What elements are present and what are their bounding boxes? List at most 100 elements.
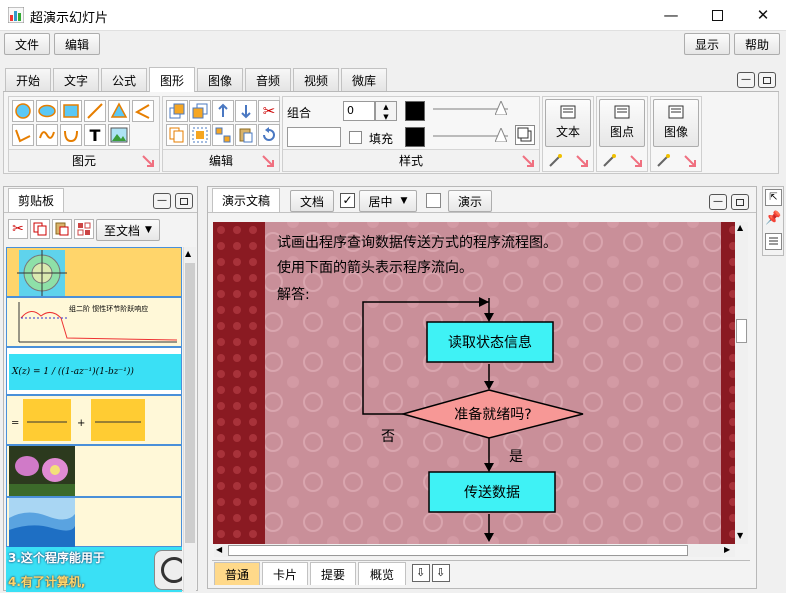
- cut-tool[interactable]: ✂: [258, 100, 280, 122]
- side-pin-button[interactable]: 📌: [765, 211, 782, 228]
- bring-front-tool[interactable]: [166, 100, 188, 122]
- clip-copy-button[interactable]: [30, 219, 50, 239]
- scroll-up-icon[interactable]: ▲: [737, 223, 743, 232]
- clip-item-formula2[interactable]: = +: [6, 395, 182, 445]
- tab-shapes[interactable]: 图形: [149, 67, 195, 92]
- align-checkbox[interactable]: ✓: [340, 193, 355, 208]
- clip-cut-button[interactable]: ✂: [8, 219, 28, 239]
- clip-select-all-button[interactable]: [74, 219, 94, 239]
- rotate-tool[interactable]: [258, 124, 280, 146]
- record-button[interactable]: [154, 550, 182, 590]
- ellipse-tool[interactable]: [12, 100, 34, 122]
- expand-corner-icon[interactable]: [629, 154, 643, 168]
- doc-scroll-thumb[interactable]: [736, 319, 747, 343]
- points-props-button[interactable]: 图点: [599, 99, 645, 147]
- tab-text[interactable]: 文字: [53, 68, 99, 91]
- present-checkbox[interactable]: [426, 193, 441, 208]
- line-color-swatch[interactable]: [405, 101, 425, 121]
- ribbon-restore-button[interactable]: [758, 72, 776, 88]
- picture-tool[interactable]: [108, 124, 130, 146]
- scroll-right-icon[interactable]: ▶: [724, 545, 730, 554]
- scroll-down-icon[interactable]: ▼: [737, 531, 743, 540]
- triangle-tool[interactable]: [108, 100, 130, 122]
- clip-scroll-thumb[interactable]: [185, 263, 195, 543]
- move-up-tool[interactable]: [212, 100, 234, 122]
- spin-stepper[interactable]: ▲ ▼: [375, 101, 397, 121]
- clip-item-chart[interactable]: 组二阶 惯性环节阶跃响应: [6, 297, 182, 347]
- slide-canvas[interactable]: 试画出程序查询数据传送方式的程序流程图。 使用下面的箭头表示程序流向。 解答: …: [213, 222, 735, 544]
- slider-thumb-icon[interactable]: [495, 128, 507, 142]
- expand-corner-icon[interactable]: [521, 154, 535, 168]
- doc-horizontal-scrollbar[interactable]: ◀ ▶: [214, 544, 735, 557]
- import-button[interactable]: ⇩: [412, 564, 430, 582]
- fill-checkbox[interactable]: [349, 131, 362, 144]
- arc-tool[interactable]: [60, 124, 82, 146]
- rectangle-tool[interactable]: [60, 100, 82, 122]
- expand-corner-icon[interactable]: [575, 154, 589, 168]
- style-name-input[interactable]: [287, 127, 341, 147]
- export-button[interactable]: ⇩: [432, 564, 450, 582]
- view-tab-overview[interactable]: 概览: [358, 562, 406, 585]
- view-tab-normal[interactable]: 普通: [214, 562, 260, 585]
- group-tool[interactable]: [189, 124, 211, 146]
- present-button[interactable]: 演示: [448, 190, 492, 212]
- ungroup-tool[interactable]: [212, 124, 234, 146]
- clip-item-formula1[interactable]: X(z) = 1 / ((1-az⁻¹)(1-bz⁻¹)): [6, 347, 182, 395]
- view-tab-card[interactable]: 卡片: [262, 562, 308, 585]
- align-dropdown[interactable]: 居中 ▼: [359, 190, 417, 212]
- tab-presentation[interactable]: 演示文稿: [212, 188, 280, 212]
- doc-restore-button[interactable]: [731, 194, 749, 210]
- view-tab-outline[interactable]: 提要: [310, 562, 356, 585]
- flow-box-read-status[interactable]: 读取状态信息: [427, 322, 553, 362]
- copy-tool[interactable]: [166, 124, 188, 146]
- shadow-button[interactable]: [515, 125, 535, 145]
- flow-decision-ready[interactable]: 准备就绪吗?: [403, 402, 583, 426]
- tab-start[interactable]: 开始: [5, 68, 51, 91]
- angle-tool[interactable]: [132, 100, 154, 122]
- to-document-dropdown[interactable]: 至文档 ▼: [96, 219, 160, 241]
- clip-scrollbar[interactable]: ▲: [183, 247, 196, 592]
- expand-corner-icon[interactable]: [261, 154, 275, 168]
- flow-box-transfer[interactable]: 传送数据: [429, 472, 555, 512]
- maximize-button[interactable]: [694, 0, 740, 30]
- edit-menu[interactable]: 编辑: [54, 33, 100, 55]
- tab-image[interactable]: 图像: [197, 68, 243, 91]
- doc-vertical-scrollbar[interactable]: ▲ ▼: [735, 222, 748, 544]
- spin-input[interactable]: 0: [343, 101, 375, 121]
- clip-paste-button[interactable]: [52, 219, 72, 239]
- expand-corner-icon[interactable]: [141, 154, 155, 168]
- paste-tool[interactable]: [235, 124, 257, 146]
- clip-item-flower[interactable]: [6, 445, 182, 497]
- send-back-tool[interactable]: [189, 100, 211, 122]
- oval-tool[interactable]: [36, 100, 58, 122]
- close-button[interactable]: ✕: [740, 0, 786, 30]
- minimize-button[interactable]: —: [648, 0, 694, 30]
- tab-audio[interactable]: 音频: [245, 68, 291, 91]
- clip-item-target[interactable]: [6, 247, 182, 297]
- side-panel-button[interactable]: [765, 233, 782, 250]
- text-props-button[interactable]: 文本: [545, 99, 591, 147]
- file-menu[interactable]: 文件: [4, 33, 50, 55]
- tab-video[interactable]: 视频: [293, 68, 339, 91]
- scroll-up-icon[interactable]: ▲: [185, 249, 191, 258]
- slider-thumb-icon[interactable]: [495, 101, 507, 115]
- line-tool[interactable]: [84, 100, 106, 122]
- move-down-tool[interactable]: [235, 100, 257, 122]
- arrow-line-tool[interactable]: [12, 124, 34, 146]
- doc-minimize-button[interactable]: —: [709, 194, 727, 210]
- curve-tool[interactable]: [36, 124, 58, 146]
- display-menu[interactable]: 显示: [684, 33, 730, 55]
- clipboard-restore-button[interactable]: [175, 193, 193, 209]
- text-tool[interactable]: T: [84, 124, 106, 146]
- fill-color-swatch[interactable]: [405, 127, 425, 147]
- ribbon-minimize-button[interactable]: —: [737, 72, 755, 88]
- tab-formula[interactable]: 公式: [101, 68, 147, 91]
- image-props-button[interactable]: 图像: [653, 99, 699, 147]
- scroll-left-icon[interactable]: ◀: [216, 545, 222, 554]
- clipboard-tab[interactable]: 剪贴板: [8, 188, 64, 212]
- doc-hscroll-thumb[interactable]: [228, 545, 688, 556]
- tab-library[interactable]: 微库: [341, 68, 387, 91]
- side-popout-button[interactable]: ⇱: [765, 189, 782, 206]
- clipboard-minimize-button[interactable]: —: [153, 193, 171, 209]
- help-menu[interactable]: 帮助: [734, 33, 780, 55]
